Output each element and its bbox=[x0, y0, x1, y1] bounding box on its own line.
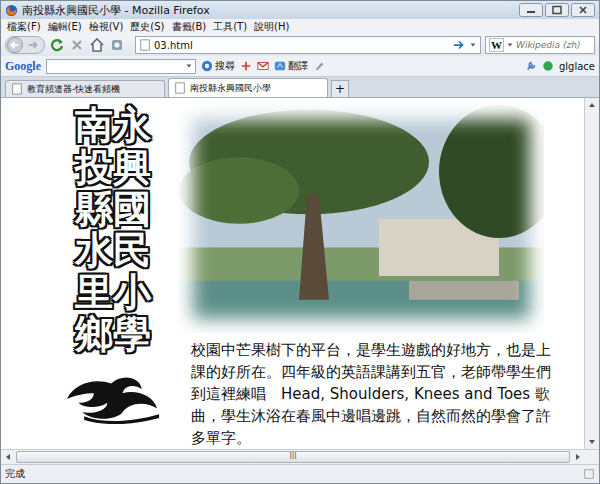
menu-item[interactable]: 編輯(E) bbox=[48, 20, 82, 34]
translate-button[interactable]: 翻譯 bbox=[274, 59, 308, 73]
address-bar[interactable]: 03.html bbox=[135, 36, 481, 54]
menu-item[interactable]: 檢視(V) bbox=[89, 20, 124, 34]
school-title: 永興國民小學南投縣水里鄉 bbox=[75, 105, 151, 356]
address-text: 03.html bbox=[154, 40, 449, 51]
new-tab-button[interactable]: + bbox=[331, 80, 349, 97]
page-content: 永興國民小學南投縣水里鄉 校園中芒果樹下的平台，是學生遊戲的好地方，也是上課的好… bbox=[1, 98, 584, 449]
back-forward-icon[interactable] bbox=[5, 35, 45, 55]
menu-item[interactable]: 書籤(B) bbox=[172, 20, 207, 34]
cloud-logo-icon bbox=[65, 370, 161, 424]
firefox-icon bbox=[5, 4, 18, 17]
plus-icon[interactable] bbox=[240, 60, 252, 72]
resize-grip-icon bbox=[583, 468, 595, 480]
search-engine-logo[interactable]: W bbox=[489, 38, 504, 52]
menu-item[interactable]: 說明(H) bbox=[254, 20, 289, 34]
menu-item[interactable]: 歷史(S) bbox=[130, 20, 164, 34]
scroll-thumb[interactable]: III bbox=[16, 451, 570, 463]
go-arrow-icon[interactable] bbox=[452, 38, 466, 52]
scroll-up-icon[interactable] bbox=[585, 98, 599, 112]
title-bar: 南投縣永興國民小學 - Mozilla Firefox bbox=[1, 1, 599, 19]
stop-icon[interactable] bbox=[69, 37, 85, 53]
tab-strip: 教育頻道器-快速看頻機 南投縣永興國民小學 + bbox=[1, 77, 599, 98]
maximize-icon[interactable] bbox=[545, 3, 569, 17]
scroll-right-icon[interactable] bbox=[571, 450, 585, 464]
dropdown-icon[interactable] bbox=[185, 62, 193, 70]
menu-item[interactable]: 檔案(F) bbox=[7, 20, 41, 34]
photo-caption: 校園中芒果樹下的平台，是學生遊戲的好地方，也是上課的好所在。四年級的英語課講到五… bbox=[191, 339, 551, 449]
google-toolbar: Google 搜尋 翻譯 glglace bbox=[1, 56, 599, 77]
menu-item[interactable]: 工具(T) bbox=[213, 20, 247, 34]
scroll-down-icon[interactable] bbox=[585, 435, 599, 449]
search-box[interactable]: W Wikipedia (zh) bbox=[485, 36, 595, 54]
navigation-toolbar: 03.html W Wikipedia (zh) bbox=[1, 34, 599, 56]
google-search-field[interactable] bbox=[46, 59, 196, 74]
status-bar: 完成 bbox=[1, 464, 599, 483]
home-icon[interactable] bbox=[89, 37, 105, 53]
search-placeholder: Wikipedia (zh) bbox=[516, 40, 580, 50]
dropdown-icon[interactable] bbox=[506, 41, 514, 49]
google-search-button[interactable]: 搜尋 bbox=[201, 59, 235, 73]
google-logo: Google bbox=[5, 59, 41, 74]
dropdown-icon[interactable] bbox=[469, 41, 477, 49]
mango-tree-picture bbox=[179, 105, 544, 333]
addon-icon[interactable] bbox=[109, 37, 125, 53]
reload-icon[interactable] bbox=[49, 37, 65, 53]
wrench-icon[interactable] bbox=[525, 60, 537, 72]
tab[interactable]: 教育頻道器-快速看頻機 bbox=[5, 80, 165, 97]
account-name[interactable]: glglace bbox=[559, 61, 595, 72]
gmail-icon[interactable] bbox=[257, 60, 269, 72]
title-column: 南投縣水里鄉 bbox=[75, 105, 113, 356]
google-g-icon bbox=[201, 60, 213, 72]
translate-icon bbox=[274, 60, 286, 72]
vertical-scrollbar[interactable] bbox=[584, 98, 599, 449]
page-viewport: 永興國民小學南投縣水里鄉 校園中芒果樹下的平台，是學生遊戲的好地方，也是上課的好… bbox=[1, 98, 599, 449]
pen-icon[interactable] bbox=[313, 60, 325, 72]
status-dot-icon bbox=[542, 60, 554, 72]
close-icon[interactable] bbox=[571, 3, 595, 17]
campus-photo bbox=[179, 105, 544, 333]
minimize-icon[interactable] bbox=[519, 3, 543, 17]
page-icon bbox=[139, 39, 151, 51]
page-icon bbox=[11, 83, 23, 95]
window-title: 南投縣永興國民小學 - Mozilla Firefox bbox=[22, 3, 515, 18]
browser-window: 南投縣永興國民小學 - Mozilla Firefox 檔案(F) 編輯(E) 檢視… bbox=[0, 0, 600, 484]
status-text: 完成 bbox=[5, 467, 25, 481]
scroll-left-icon[interactable] bbox=[1, 450, 15, 464]
page-icon bbox=[174, 82, 186, 94]
horizontal-scrollbar[interactable]: III bbox=[1, 449, 599, 464]
menu-bar: 檔案(F) 編輯(E) 檢視(V) 歷史(S) 書籤(B) 工具(T) 說明(H) bbox=[1, 19, 599, 34]
title-column: 永興國民小學 bbox=[113, 105, 151, 356]
tab[interactable]: 南投縣永興國民小學 bbox=[168, 78, 328, 97]
